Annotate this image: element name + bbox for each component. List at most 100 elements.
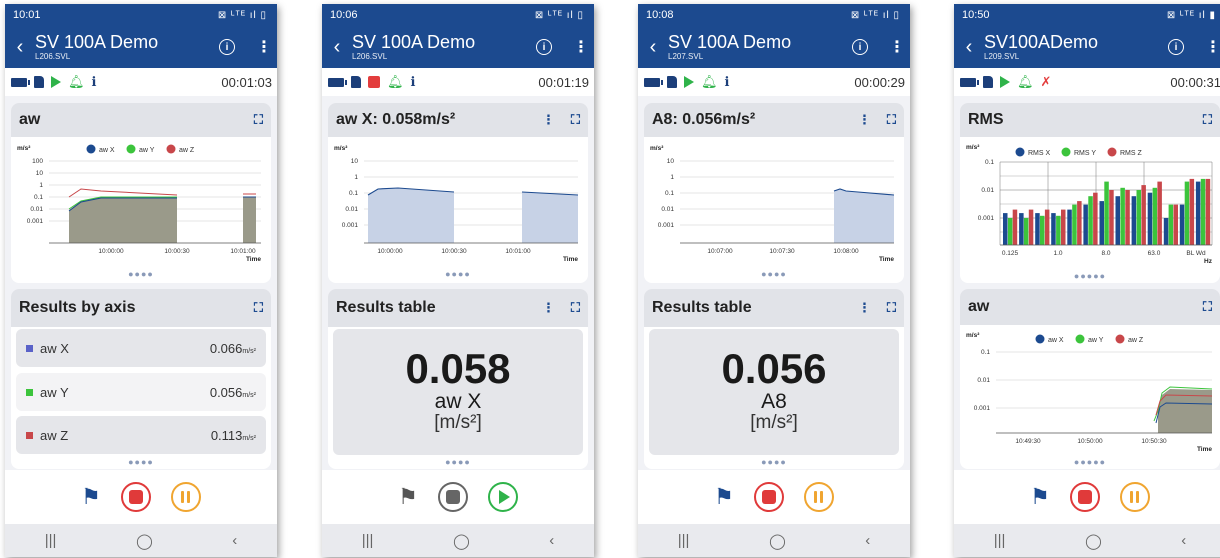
- control-bar: ⚑: [954, 470, 1220, 524]
- rms-bar-rms-z-BL: [1189, 178, 1195, 245]
- back-icon[interactable]: ‹: [322, 36, 352, 59]
- expand-icon[interactable]: ⛶: [887, 112, 896, 128]
- android-nav-bar: ||| ◯ ‹: [322, 524, 594, 557]
- aw-line-chart: m/s² aw X aw Y aw Z 0.1 0.01 0.001 10:49…: [966, 332, 1212, 453]
- info-icon[interactable]: i: [852, 39, 868, 55]
- stop-button[interactable]: [1069, 482, 1100, 512]
- info-icon[interactable]: i: [1168, 39, 1184, 55]
- x-tick-label: 10:07:00: [707, 248, 733, 255]
- y-tick-label: 0.01: [981, 187, 994, 194]
- pause-button[interactable]: [1119, 482, 1150, 512]
- rms-bar-rms-z-8.0: [1109, 190, 1114, 245]
- expand-icon[interactable]: ⛶: [254, 112, 263, 128]
- status-icons: ⊠ ᴸᵀᴱ ıl ▮: [1166, 9, 1216, 21]
- control-bar: ⚑: [638, 470, 910, 524]
- result-label: aw Z: [40, 427, 69, 443]
- expand-icon[interactable]: ⛶: [254, 300, 263, 316]
- y-ticks: 10 1 0.1 0.01 0.001: [342, 158, 359, 229]
- stop-button[interactable]: [753, 482, 784, 512]
- back-button[interactable]: ‹: [549, 532, 554, 549]
- recent-apps-button[interactable]: |||: [678, 532, 690, 549]
- rms-bar-rms-z-125: [1173, 204, 1178, 245]
- result-row-x[interactable]: aw X 0.066m/s²: [16, 329, 266, 367]
- result-label: aw X: [434, 390, 482, 413]
- expand-icon[interactable]: ⛶: [887, 300, 896, 316]
- series-line-z: [68, 188, 178, 198]
- marker-flag-icon[interactable]: ⚑: [714, 486, 734, 508]
- area-fill: [243, 197, 256, 243]
- options-icon[interactable]: ⋮: [858, 112, 871, 128]
- sd-card-icon: [983, 76, 993, 88]
- legend-label-y: aw Y: [139, 147, 155, 154]
- more-options-icon[interactable]: ⋮: [251, 37, 277, 57]
- status-bar: 10:06 ⊠ ᴸᵀᴱ ıl ▯: [322, 4, 594, 26]
- rms-bar-rms-x-125: [1163, 218, 1169, 245]
- start-button[interactable]: [487, 482, 518, 512]
- pause-button[interactable]: [170, 482, 201, 512]
- marker-flag-icon[interactable]: ⚑: [1030, 486, 1050, 508]
- legend: aw X aw Y aw Z: [86, 144, 195, 154]
- status-toolbar: 🔔︎ ℹ 00:01:19: [322, 68, 594, 96]
- x-tick-label: 10:01:00: [505, 248, 531, 255]
- y-tick-label: 0.1: [981, 349, 990, 356]
- result-row-y[interactable]: aw Y 0.056m/s²: [16, 373, 266, 411]
- back-icon[interactable]: ‹: [638, 36, 668, 59]
- expand-icon[interactable]: ⛶: [571, 300, 580, 316]
- home-button[interactable]: ◯: [769, 532, 786, 550]
- rms-bar-rms-y-0.25: [1023, 218, 1029, 245]
- x-tick-label: 10:49:30: [1015, 438, 1041, 445]
- pause-button[interactable]: [803, 482, 834, 512]
- more-options-icon[interactable]: ⋮: [568, 37, 594, 57]
- file-name: L207.SVL: [668, 52, 704, 61]
- back-button[interactable]: ‹: [1181, 532, 1186, 549]
- aw-x-history-chart: m/s² 10 1 0.1 0.01 0.001 10:00:00 10:00:…: [334, 145, 578, 263]
- options-icon[interactable]: ⋮: [542, 112, 555, 128]
- rms-bar-rms-x-Wd: [1195, 181, 1201, 245]
- options-icon[interactable]: ⋮: [858, 300, 871, 316]
- x-tick-label: 10:50:30: [1141, 438, 1167, 445]
- file-name: L206.SVL: [35, 52, 71, 61]
- status-time: 10:08: [646, 9, 674, 21]
- home-button[interactable]: ◯: [453, 532, 470, 550]
- home-button[interactable]: ◯: [136, 532, 153, 550]
- more-options-icon[interactable]: ⋮: [1200, 37, 1220, 57]
- marker-flag-icon[interactable]: ⚑: [81, 486, 101, 508]
- options-icon[interactable]: ⋮: [542, 300, 555, 316]
- back-icon[interactable]: ‹: [954, 36, 984, 59]
- result-row-z[interactable]: aw Z 0.113m/s²: [16, 416, 266, 454]
- home-button[interactable]: ◯: [1085, 532, 1102, 550]
- recent-apps-button[interactable]: |||: [994, 532, 1006, 549]
- sd-card-icon: [34, 76, 44, 88]
- y-tick-label: 0.1: [34, 194, 43, 201]
- marker-flag-icon[interactable]: ⚑: [398, 486, 418, 508]
- alarm-bell-icon: 🔔︎: [68, 74, 85, 89]
- y-tick-label: 0.01: [345, 206, 358, 213]
- recent-apps-button[interactable]: |||: [362, 532, 374, 549]
- rms-bar-rms-y-4.0: [1088, 196, 1093, 245]
- info-icon[interactable]: i: [219, 39, 235, 55]
- x-tick-label: 1.0: [1053, 250, 1062, 257]
- rms-bar-rms-y-125: [1168, 204, 1174, 245]
- info-icon[interactable]: i: [536, 39, 552, 55]
- y-axis-label: m/s²: [966, 144, 980, 151]
- results-panel: Results by axis ⛶ aw X 0.066m/s² aw Y 0.…: [11, 289, 271, 469]
- rms-bar-rms-z-16.0: [1125, 190, 1130, 245]
- rms-bar-rms-y-0.5: [1040, 215, 1045, 245]
- stop-button[interactable]: [120, 482, 151, 512]
- stop-button[interactable]: [437, 482, 468, 512]
- control-bar: ⚑: [322, 470, 594, 524]
- rms-bar-rms-z-0.5: [1044, 209, 1050, 245]
- posture-warning-icon: ✗: [1040, 74, 1052, 89]
- rms-bar-rms-x-0.5: [1035, 213, 1040, 245]
- panel-title: aw: [968, 298, 990, 315]
- recent-apps-button[interactable]: |||: [45, 532, 57, 549]
- more-options-icon[interactable]: ⋮: [884, 37, 910, 57]
- x-tick-label: BL Wd: [1186, 250, 1206, 257]
- back-button[interactable]: ‹: [232, 532, 237, 549]
- expand-icon[interactable]: ⛶: [1203, 112, 1212, 128]
- expand-icon[interactable]: ⛶: [571, 112, 580, 128]
- expand-icon[interactable]: ⛶: [1203, 299, 1212, 315]
- back-icon[interactable]: ‹: [5, 36, 35, 59]
- back-button[interactable]: ‹: [865, 532, 870, 549]
- rms-bar-rms-y-8.0: [1104, 181, 1109, 245]
